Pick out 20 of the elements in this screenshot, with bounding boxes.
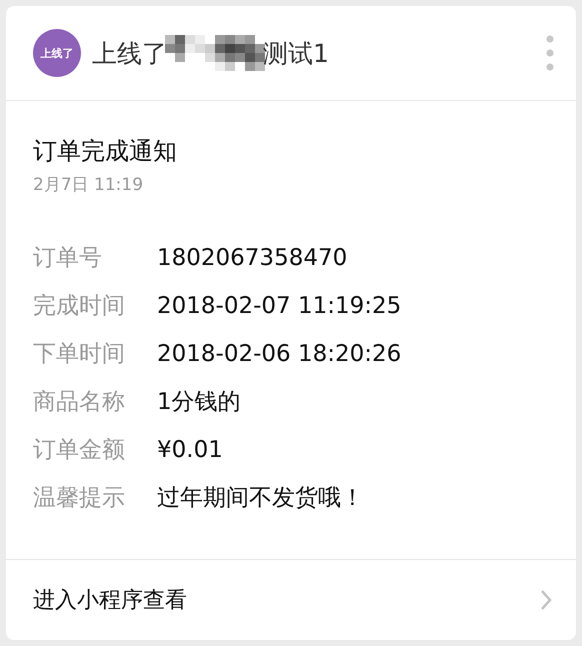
notice-title: 订单完成通知 [33,136,178,167]
account-name: 上线了 [92,38,167,70]
field-label: 订单号 [33,244,103,273]
field-value: 2018-02-06 18:20:26 [157,340,402,366]
field-value: 过年期间不发货哦！ [157,484,364,513]
account-name-suffix: 测试1 [263,38,329,70]
open-mini-program-link[interactable]: 进入小程序查看 [6,559,576,640]
field-value: 2018-02-07 11:19:25 [157,292,402,318]
field-label: 商品名称 [33,388,126,417]
more-icon[interactable] [546,35,554,71]
notice-date: 2月7日 11:19 [33,174,144,196]
field-label: 订单金额 [33,436,126,465]
field-label: 温馨提示 [33,484,126,513]
avatar-logo[interactable]: 上线了 [33,29,81,77]
field-value: ¥0.01 [157,436,223,462]
field-value: 1802067358470 [157,244,348,270]
field-value: 1分钱的 [157,388,241,417]
field-label: 下单时间 [33,340,126,369]
chevron-right-icon [540,589,552,611]
field-label: 完成时间 [33,292,126,321]
